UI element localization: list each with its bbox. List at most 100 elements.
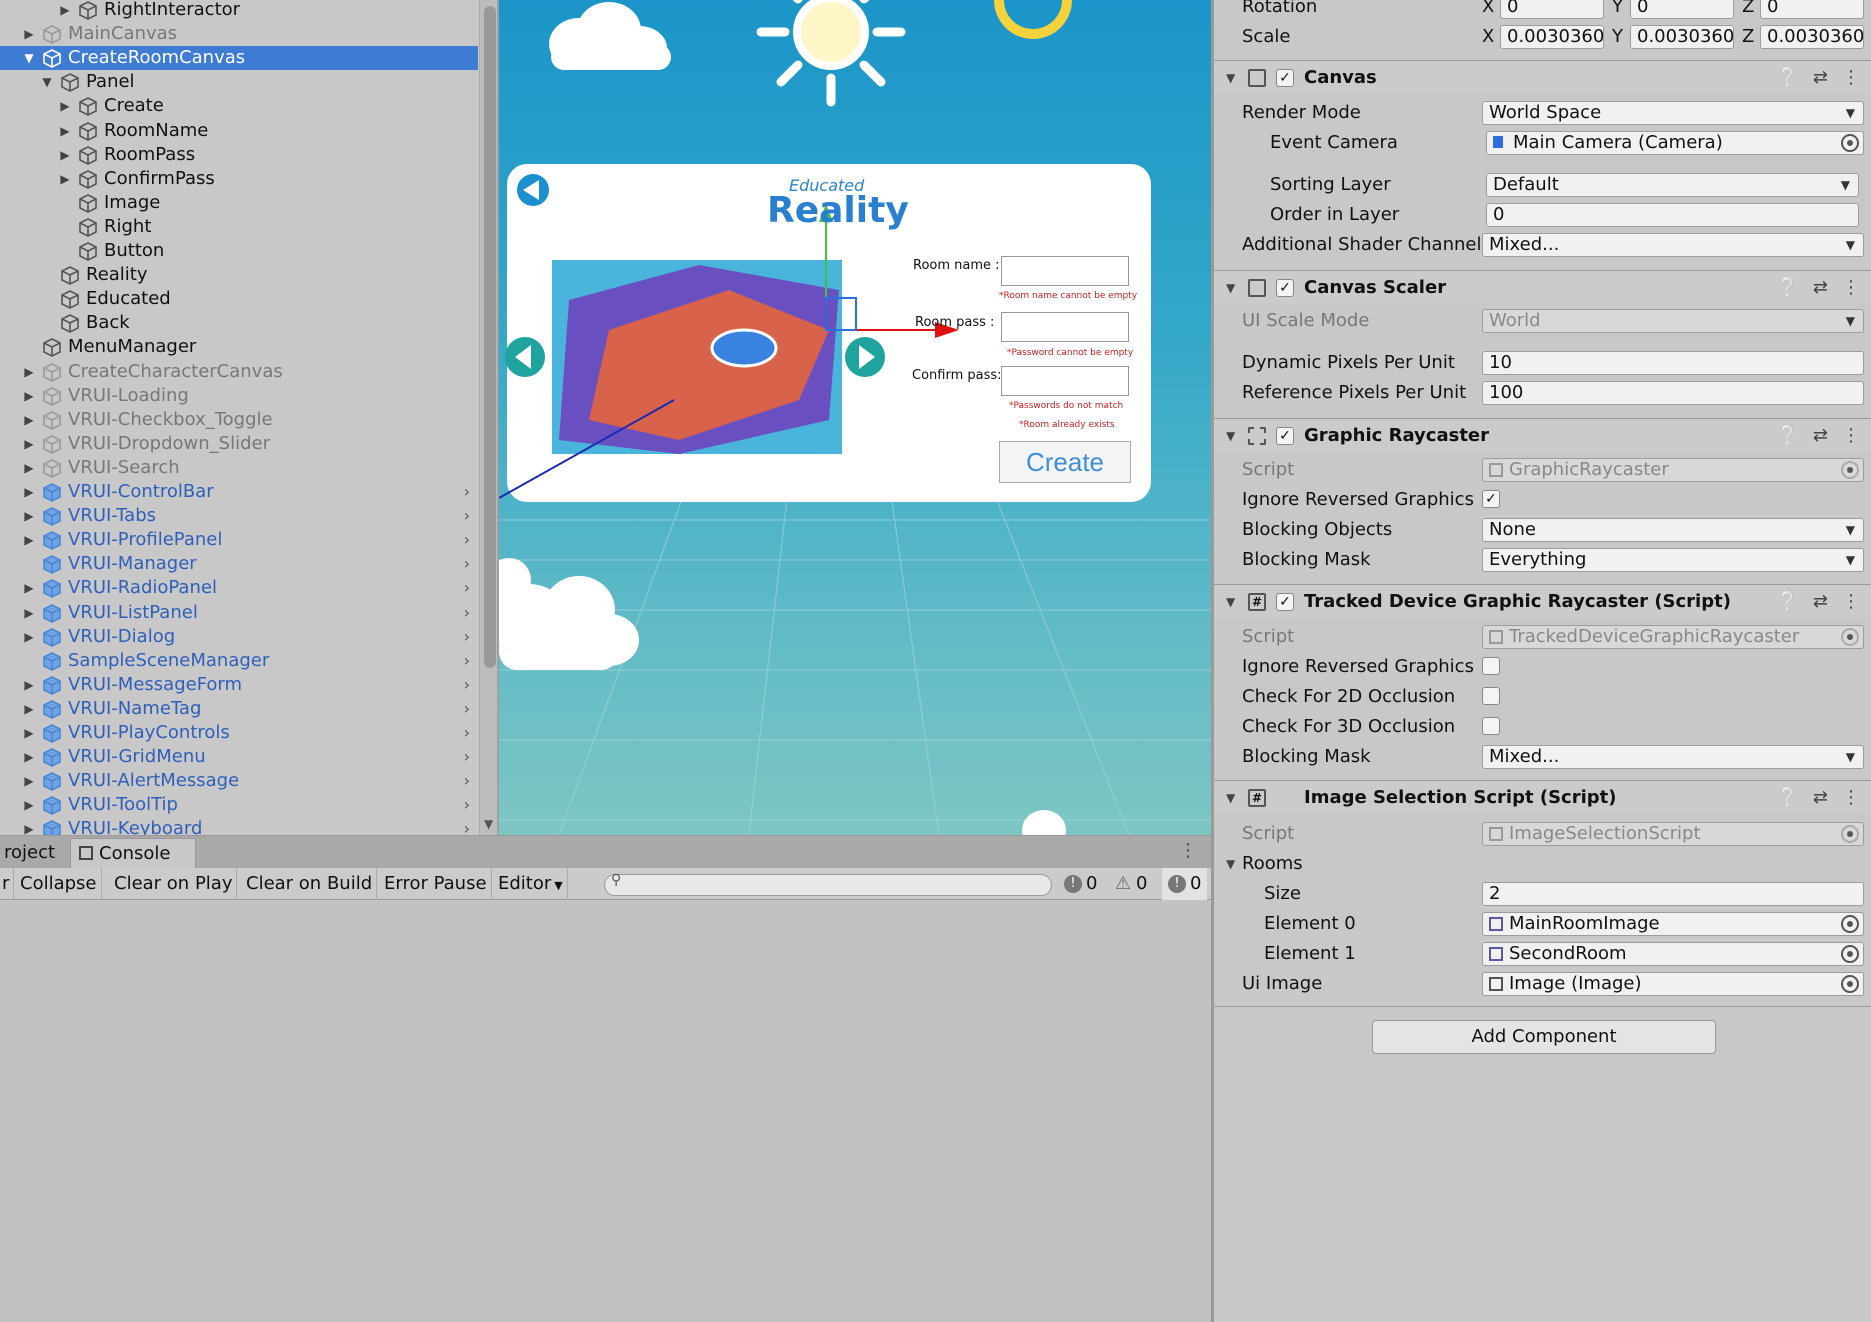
- scale-x-field[interactable]: 0.0030360: [1500, 25, 1604, 49]
- hierarchy-item[interactable]: ▶ VRUI-Loading: [0, 384, 478, 408]
- order-in-layer-field[interactable]: 0: [1486, 203, 1859, 227]
- chevron-right-icon[interactable]: ›: [464, 673, 470, 697]
- hierarchy-item[interactable]: ▶ VRUI-Tabs ›: [0, 504, 478, 528]
- preset-icon[interactable]: ⇄: [1813, 425, 1828, 446]
- chevron-right-icon[interactable]: ›: [464, 528, 470, 552]
- kebab-menu-icon[interactable]: ⋮: [1842, 787, 1860, 808]
- occ3d-checkbox[interactable]: [1482, 717, 1500, 735]
- hierarchy-item[interactable]: ▶ VRUI-AlertMessage ›: [0, 769, 478, 793]
- kebab-menu-icon[interactable]: ⋮: [1179, 840, 1197, 861]
- chevron-right-icon[interactable]: ›: [464, 504, 470, 528]
- canvas-scaler-header[interactable]: ▼ ✓ Canvas Scaler ❔ ⇄ ⋮: [1214, 270, 1871, 304]
- expand-right-icon[interactable]: ▶: [22, 456, 36, 480]
- blocking-objects-dropdown[interactable]: None: [1482, 518, 1864, 542]
- expand-right-icon[interactable]: ▶: [22, 432, 36, 456]
- info-count[interactable]: ! 0: [1064, 868, 1097, 900]
- clear-on-build-button[interactable]: Clear on Build: [242, 868, 378, 900]
- hierarchy-item[interactable]: Button: [0, 239, 478, 263]
- hierarchy-item[interactable]: ▶ VRUI-ProfilePanel ›: [0, 528, 478, 552]
- rooms-row[interactable]: ▼ Rooms: [1214, 849, 1871, 879]
- help-icon[interactable]: ❔: [1776, 67, 1798, 88]
- hierarchy-item[interactable]: ▶ VRUI-ToolTip ›: [0, 793, 478, 817]
- hierarchy-item[interactable]: ▶ MainCanvas: [0, 22, 478, 46]
- error-pause-button[interactable]: Error Pause: [380, 868, 492, 900]
- hierarchy-item[interactable]: ▶ ConfirmPass: [0, 167, 478, 191]
- clear-button[interactable]: r: [0, 868, 15, 900]
- expand-right-icon[interactable]: ▶: [58, 94, 72, 118]
- occ2d-checkbox[interactable]: [1482, 687, 1500, 705]
- expand-right-icon[interactable]: ▶: [58, 0, 72, 22]
- scale-y-field[interactable]: 0.0030360: [1630, 25, 1734, 49]
- hierarchy-item[interactable]: ▶ VRUI-Checkbox_Toggle: [0, 408, 478, 432]
- hierarchy-item[interactable]: ▶ VRUI-RadioPanel ›: [0, 576, 478, 600]
- hierarchy-item[interactable]: ▼ CreateRoomCanvas: [0, 46, 478, 71]
- canvas-component-header[interactable]: ▼ ✓ Canvas ❔ ⇄ ⋮: [1214, 60, 1871, 94]
- hierarchy-item[interactable]: VRUI-Manager ›: [0, 552, 478, 576]
- room-name-field[interactable]: [1001, 256, 1129, 286]
- rotation-x-field[interactable]: 0: [1500, 0, 1604, 19]
- expand-right-icon[interactable]: ▶: [22, 721, 36, 745]
- fold-icon[interactable]: ▼: [1226, 781, 1235, 815]
- hierarchy-item[interactable]: ▶ VRUI-GridMenu ›: [0, 745, 478, 769]
- expand-right-icon[interactable]: ▶: [22, 528, 36, 552]
- sorting-layer-dropdown[interactable]: Default: [1486, 173, 1859, 197]
- create-room-button[interactable]: Create: [999, 441, 1131, 483]
- expand-right-icon[interactable]: ▶: [22, 504, 36, 528]
- scene-view[interactable]: Educated Reality Room name : *Room name …: [499, 0, 1211, 835]
- kebab-menu-icon[interactable]: ⋮: [1842, 277, 1860, 298]
- hierarchy-item[interactable]: ▶ VRUI-MessageForm ›: [0, 673, 478, 697]
- hierarchy-item[interactable]: Reality: [0, 263, 478, 287]
- rotation-y-field[interactable]: 0: [1630, 0, 1734, 19]
- kebab-menu-icon[interactable]: ⋮: [1842, 67, 1860, 88]
- hierarchy-item[interactable]: Back: [0, 311, 478, 335]
- chevron-right-icon[interactable]: ›: [464, 625, 470, 649]
- hierarchy-item[interactable]: ▶ VRUI-Dropdown_Slider: [0, 432, 478, 456]
- chevron-right-icon[interactable]: ›: [464, 601, 470, 625]
- chevron-right-icon[interactable]: ›: [464, 480, 470, 504]
- expand-right-icon[interactable]: ▶: [22, 673, 36, 697]
- gr-ignore-checkbox[interactable]: ✓: [1482, 490, 1500, 508]
- fold-icon[interactable]: ▼: [1226, 585, 1235, 619]
- preset-icon[interactable]: ⇄: [1813, 591, 1828, 612]
- expand-down-icon[interactable]: ▼: [40, 70, 54, 94]
- expand-right-icon[interactable]: ▶: [22, 22, 36, 46]
- expand-right-icon[interactable]: ▶: [22, 697, 36, 721]
- help-icon[interactable]: ❔: [1776, 787, 1798, 808]
- hierarchy-item[interactable]: Image: [0, 191, 478, 215]
- chevron-right-icon[interactable]: ›: [464, 769, 470, 793]
- graphic-raycaster-header[interactable]: ▼ ✓ Graphic Raycaster ❔ ⇄ ⋮: [1214, 418, 1871, 452]
- hierarchy-item[interactable]: Educated: [0, 287, 478, 311]
- hierarchy-item[interactable]: Right: [0, 215, 478, 239]
- ui-image-field[interactable]: Image (Image): [1482, 972, 1864, 996]
- hierarchy-item[interactable]: ▶ RoomName: [0, 119, 478, 143]
- hierarchy-item[interactable]: ▶ Create: [0, 94, 478, 118]
- render-mode-dropdown[interactable]: World Space: [1482, 101, 1864, 125]
- expand-right-icon[interactable]: ▶: [22, 480, 36, 504]
- preset-icon[interactable]: ⇄: [1813, 787, 1828, 808]
- add-component-button[interactable]: Add Component: [1372, 1020, 1716, 1054]
- reference-pixels-field[interactable]: 100: [1482, 381, 1864, 405]
- chevron-right-icon[interactable]: ›: [464, 817, 470, 835]
- expand-right-icon[interactable]: ▶: [22, 576, 36, 600]
- expand-right-icon[interactable]: ▶: [22, 408, 36, 432]
- preset-icon[interactable]: ⇄: [1813, 277, 1828, 298]
- graphic-raycaster-enabled-checkbox[interactable]: ✓: [1276, 427, 1294, 445]
- object-picker-icon[interactable]: [1841, 915, 1859, 933]
- rotation-z-field[interactable]: 0: [1760, 0, 1864, 19]
- help-icon[interactable]: ❔: [1776, 277, 1798, 298]
- hierarchy-item[interactable]: ▶ VRUI-NameTag ›: [0, 697, 478, 721]
- expand-right-icon[interactable]: ▶: [22, 817, 36, 835]
- preset-icon[interactable]: ⇄: [1813, 67, 1828, 88]
- chevron-right-icon[interactable]: ›: [464, 721, 470, 745]
- chevron-right-icon[interactable]: ›: [464, 552, 470, 576]
- scale-z-field[interactable]: 0.0030360: [1760, 25, 1864, 49]
- image-selection-header[interactable]: ▼ # Image Selection Script (Script) ❔ ⇄ ⋮: [1214, 780, 1871, 814]
- confirm-pass-field[interactable]: [1001, 366, 1129, 396]
- room-pass-field[interactable]: [1001, 312, 1129, 342]
- expand-right-icon[interactable]: ▶: [22, 793, 36, 817]
- hierarchy-item[interactable]: ▶ VRUI-Search: [0, 456, 478, 480]
- hierarchy-scrollbar[interactable]: ▼: [479, 0, 497, 835]
- tracked-raycaster-header[interactable]: ▼ # ✓ Tracked Device Graphic Raycaster (…: [1214, 584, 1871, 618]
- hierarchy-item[interactable]: ▶ VRUI-PlayControls ›: [0, 721, 478, 745]
- editor-dropdown[interactable]: Editor ▼: [494, 868, 568, 900]
